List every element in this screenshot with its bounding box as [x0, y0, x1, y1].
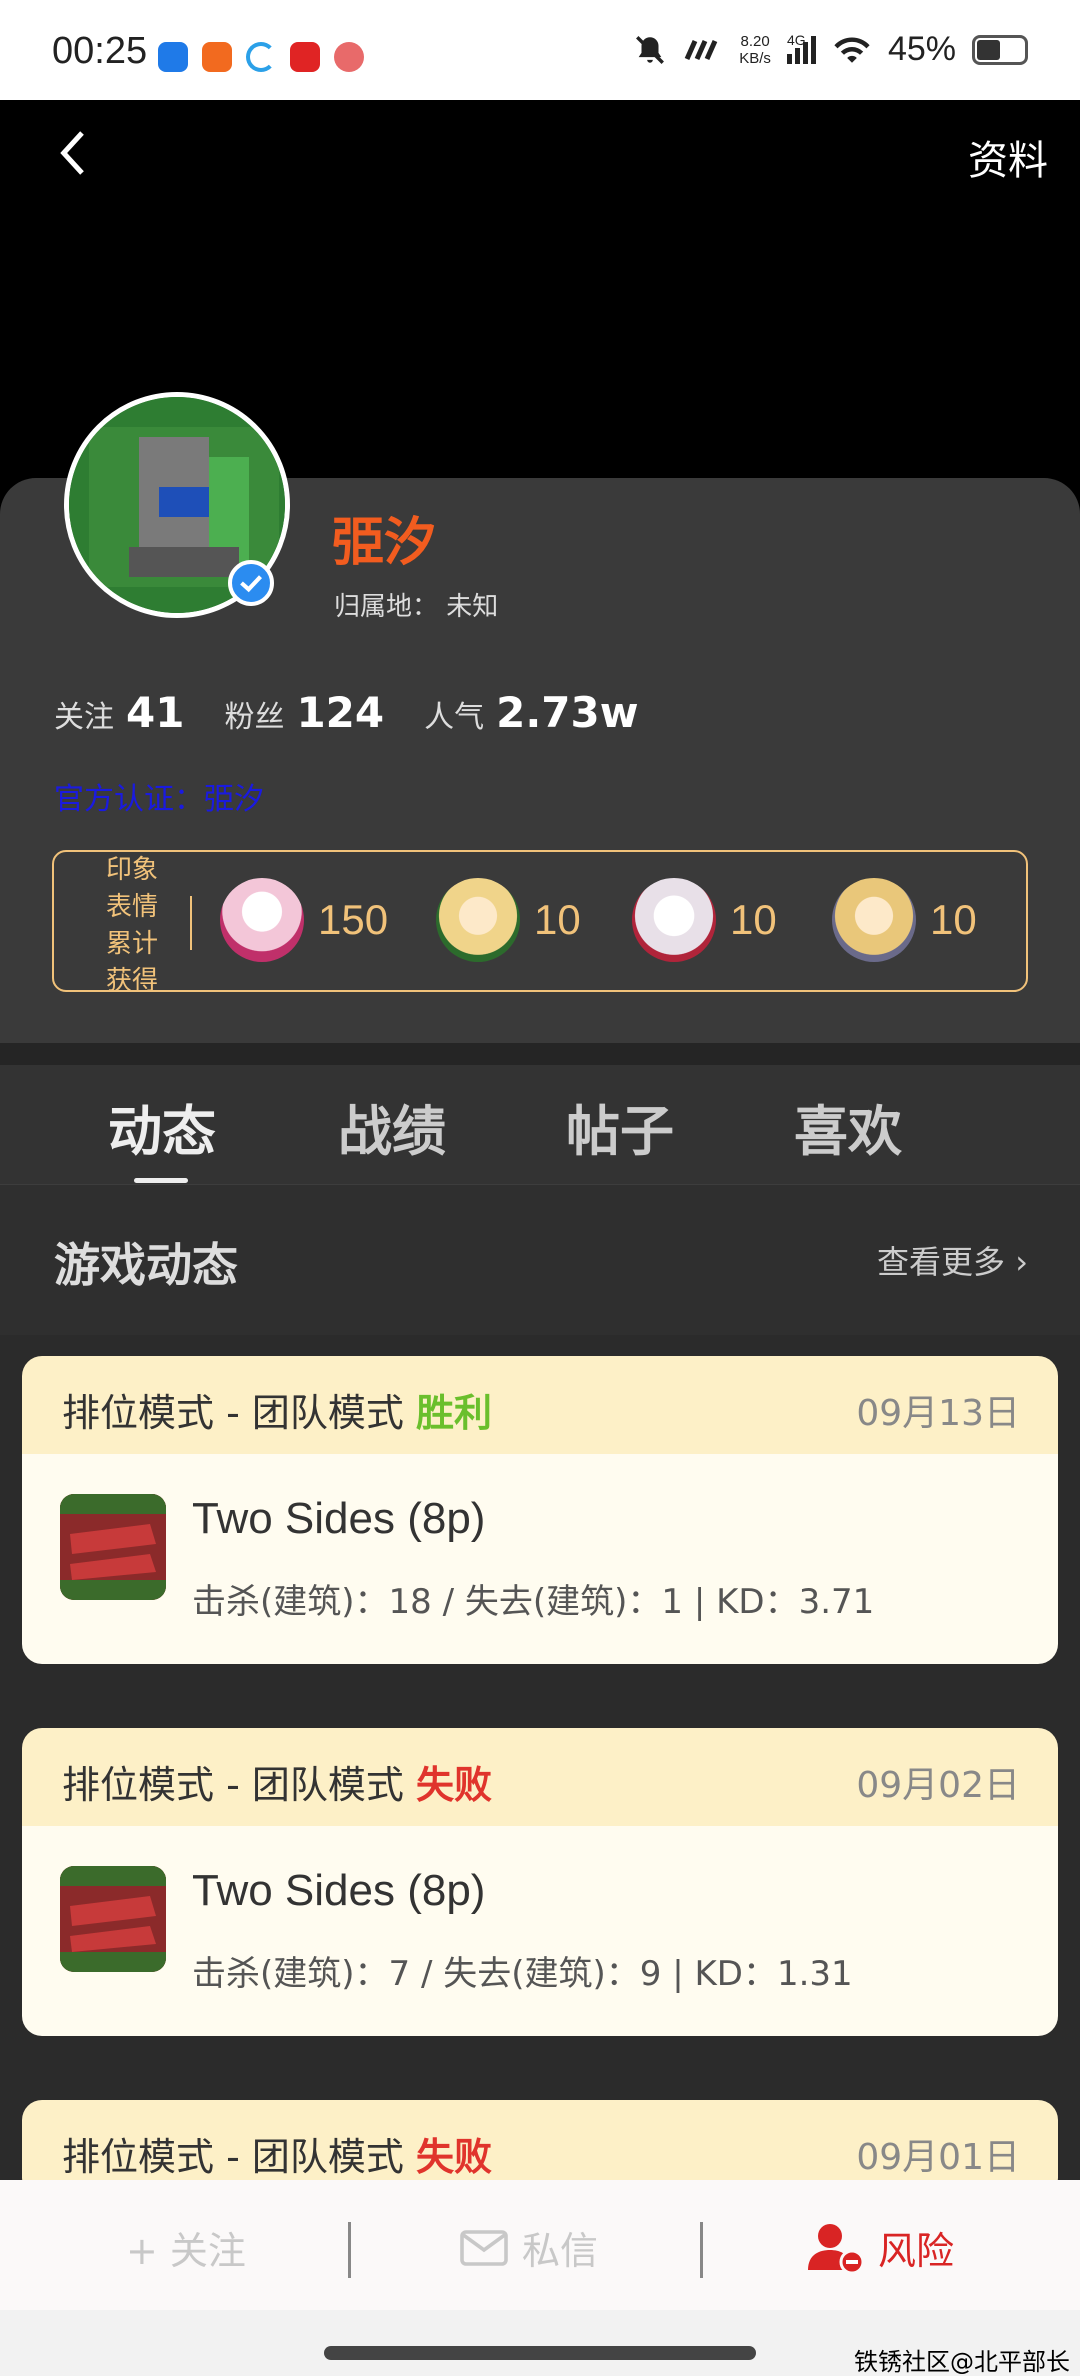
fans-count[interactable]: 124	[296, 688, 384, 737]
emoji-item: 150	[220, 878, 388, 962]
official-certification: 官方认证：弫汐	[54, 782, 264, 817]
game-result: 失败	[415, 1763, 492, 1807]
section-gap	[0, 1043, 1080, 1065]
vibrate-icon	[684, 39, 718, 60]
emoji-item: 10	[632, 878, 777, 962]
game-result: 失败	[415, 2135, 492, 2179]
popularity-label: 人气	[424, 700, 485, 735]
emoji-sticker-icon	[436, 878, 520, 962]
battery-icon	[972, 34, 1028, 65]
game-card-body: Two Sides (8p) 击杀(建筑)：7 / 失去(建筑)：9 | KD：…	[22, 1826, 1058, 2036]
game-card-header: 排位模式 - 团队模式 失败 09月02日	[22, 1728, 1058, 1826]
emoji-sticker-icon	[832, 878, 916, 962]
app-k-icon	[158, 42, 188, 72]
map-thumbnail	[60, 1866, 166, 1972]
follow-button[interactable]: + 关注	[126, 2220, 246, 2275]
emoji-item: 10	[436, 878, 581, 962]
game-date: 09月02日	[856, 1765, 1020, 1806]
divider	[700, 2222, 703, 2278]
profile-tabs: 动态 战绩 帖子 喜欢	[0, 1065, 1080, 1185]
game-mode: 排位模式 - 团队模式 胜利	[62, 1391, 492, 1435]
profile-info-link[interactable]: 资料	[968, 128, 1048, 186]
divider	[348, 2222, 351, 2278]
game-date: 09月01日	[856, 2137, 1020, 2178]
game-record-card[interactable]: 排位模式 - 团队模式 胜利 09月13日 Two Sides (8p) 击杀(…	[22, 1356, 1058, 1664]
app-pin-icon	[334, 42, 364, 72]
following-count[interactable]: 41	[126, 688, 184, 737]
game-activity-header: 游戏动态 查看更多 ›	[0, 1185, 1080, 1335]
active-tab-indicator	[134, 1178, 188, 1183]
app-spinner-icon	[246, 42, 276, 72]
emoji-impression-box[interactable]: 印象表情累计获得 150 10 10 10	[52, 850, 1028, 996]
risk-button[interactable]: 风险	[808, 2220, 954, 2275]
tab-likes[interactable]: 喜欢	[794, 1087, 902, 1166]
game-record-card[interactable]: 排位模式 - 团队模式 失败 09月02日 Two Sides (8p) 击杀(…	[22, 1728, 1058, 2036]
watermark: 铁锈社区@北平部长	[854, 2348, 1070, 2376]
username: 弫汐	[332, 513, 437, 573]
map-name: Two Sides (8p)	[192, 1494, 486, 1543]
emoji-count: 10	[730, 896, 777, 943]
message-button[interactable]: 私信	[460, 2220, 598, 2275]
tab-dynamics[interactable]: 动态	[108, 1087, 216, 1166]
game-result: 胜利	[415, 1391, 492, 1435]
map-thumbnail	[60, 1494, 166, 1600]
game-card-header: 排位模式 - 团队模式 胜利 09月13日	[22, 1356, 1058, 1454]
emoji-sticker-icon	[632, 878, 716, 962]
status-bar: 00:25 8.20 KB/s 4G 45%	[0, 0, 1080, 100]
status-right: 8.20 KB/s 4G 45%	[633, 30, 1028, 69]
emoji-count: 150	[318, 896, 389, 943]
risk-label: 风险	[878, 2229, 955, 2273]
profile-stats: 关注 41 粉丝 124 人气 2.73w	[54, 688, 679, 737]
user-minus-icon	[808, 2223, 864, 2274]
app-orange-icon	[202, 42, 232, 72]
game-mode: 排位模式 - 团队模式 失败	[62, 2135, 492, 2179]
emoji-box-label: 印象表情累计获得	[105, 855, 158, 996]
net-speed: 8.20 KB/s	[739, 32, 771, 67]
mail-icon	[460, 2229, 508, 2266]
verified-badge-icon	[228, 560, 274, 606]
map-name: Two Sides (8p)	[192, 1866, 486, 1915]
wifi-icon	[834, 37, 870, 63]
bottom-action-bar: + 关注 私信 风险	[0, 2180, 1080, 2310]
game-date: 09月13日	[856, 1393, 1020, 1434]
notification-icons	[158, 42, 364, 72]
mute-bell-icon	[636, 35, 665, 64]
back-arrow-icon[interactable]	[52, 128, 92, 178]
game-stats: 击杀(建筑)：7 / 失去(建筑)：9 | KD：1.31	[192, 1954, 853, 1994]
emoji-count: 10	[534, 896, 581, 943]
section-title: 游戏动态	[54, 1238, 238, 1292]
emoji-count: 10	[930, 896, 977, 943]
message-label: 私信	[522, 2229, 599, 2273]
following-label[interactable]: 关注	[54, 692, 114, 736]
fans-label[interactable]: 粉丝	[224, 692, 284, 736]
emoji-sticker-icon	[220, 878, 304, 962]
game-stats: 击杀(建筑)：18 / 失去(建筑)：1 | KD：3.71	[192, 1582, 875, 1622]
status-time: 00:25	[52, 30, 148, 72]
home-gesture-handle[interactable]	[324, 2346, 756, 2360]
location: 归属地： 未知	[334, 592, 499, 622]
tab-posts[interactable]: 帖子	[566, 1087, 674, 1166]
game-mode: 排位模式 - 团队模式 失败	[62, 1763, 492, 1807]
app-red-icon	[290, 42, 320, 72]
view-more-link[interactable]: 查看更多 ›	[877, 1237, 1028, 1283]
divider	[190, 896, 192, 950]
tab-records[interactable]: 战绩	[338, 1087, 446, 1166]
battery-percent: 45%	[887, 30, 956, 68]
popularity-count: 2.73w	[496, 688, 639, 737]
signal-icon: 4G	[786, 32, 816, 64]
emoji-item: 10	[832, 878, 977, 962]
game-card-body: Two Sides (8p) 击杀(建筑)：18 / 失去(建筑)：1 | KD…	[22, 1454, 1058, 1664]
